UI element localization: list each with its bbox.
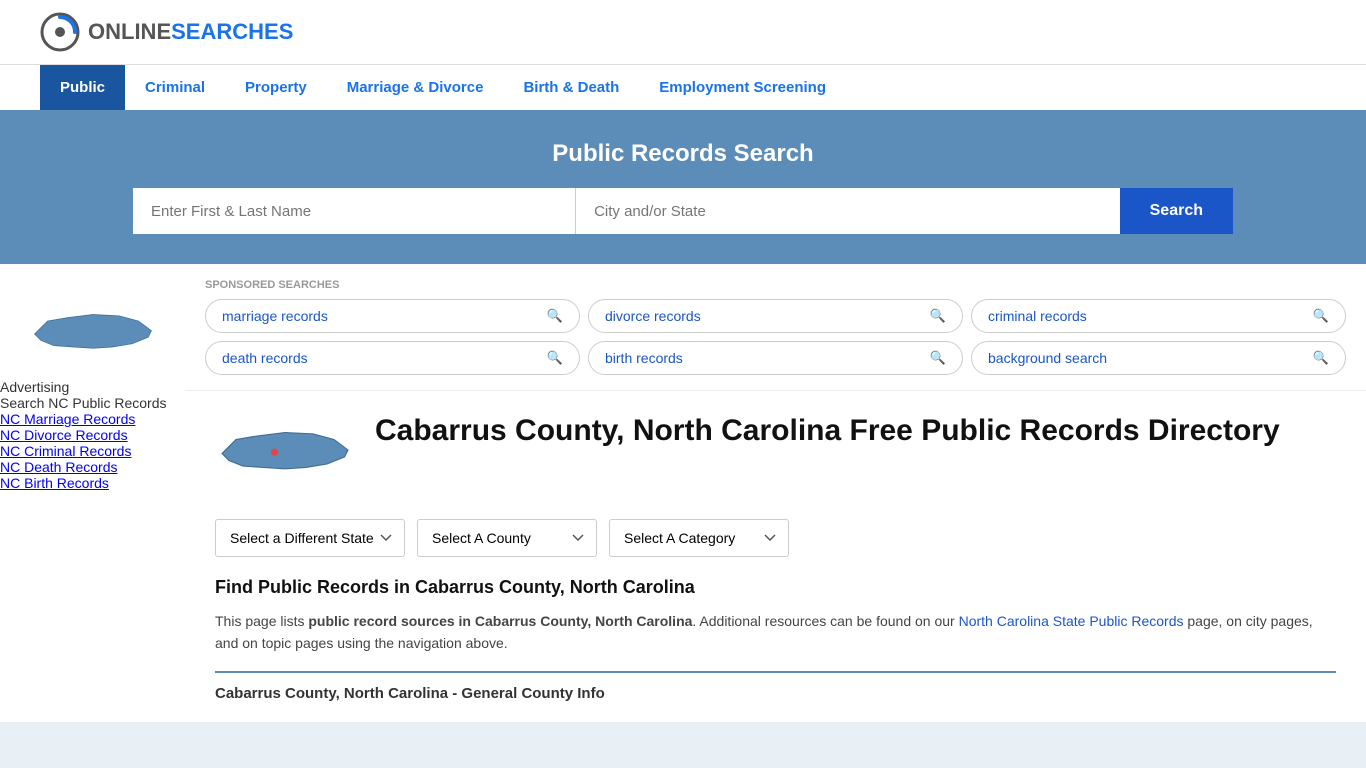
nav-link-employment[interactable]: Employment Screening — [639, 65, 846, 110]
sidebar-link-death[interactable]: NC Death Records — [0, 459, 118, 475]
sponsored-item-divorce[interactable]: divorce records 🔍 — [588, 299, 963, 333]
sponsored-item-label: criminal records — [988, 308, 1087, 324]
sponsored-item-birth[interactable]: birth records 🔍 — [588, 341, 963, 375]
find-description: This page lists public record sources in… — [215, 610, 1336, 655]
sponsored-item-criminal[interactable]: criminal records 🔍 — [971, 299, 1346, 333]
search-button[interactable]: Search — [1120, 188, 1233, 234]
search-icon: 🔍 — [1313, 308, 1329, 324]
sponsored-item-label: birth records — [605, 350, 683, 366]
sponsored-item-marriage[interactable]: marriage records 🔍 — [205, 299, 580, 333]
ad-box[interactable]: Search NC Public Records — [0, 395, 185, 411]
sidebar-links: NC Marriage Records NC Divorce Records N… — [0, 411, 185, 491]
search-bar: Search — [133, 188, 1233, 234]
hero-banner: Public Records Search Search — [0, 110, 1366, 264]
directory-section: Cabarrus County, North Carolina Free Pub… — [185, 391, 1366, 722]
hero-title: Public Records Search — [40, 140, 1326, 168]
advertising-label: Advertising — [0, 379, 185, 395]
location-input[interactable] — [576, 188, 1120, 234]
list-item[interactable]: NC Criminal Records — [0, 443, 185, 459]
nav-item-marriage-divorce[interactable]: Marriage & Divorce — [327, 65, 504, 110]
sidebar-link-birth[interactable]: NC Birth Records — [0, 475, 109, 491]
nav-item-property[interactable]: Property — [225, 65, 327, 110]
nav-link-birth-death[interactable]: Birth & Death — [503, 65, 639, 110]
nc-map-large — [215, 411, 355, 496]
directory-header: Cabarrus County, North Carolina Free Pub… — [215, 411, 1336, 499]
sidebar: Advertising Search NC Public Records NC … — [0, 264, 185, 722]
sponsored-item-label: background search — [988, 350, 1107, 366]
sponsored-label: SPONSORED SEARCHES — [205, 279, 1346, 291]
sponsored-item-death[interactable]: death records 🔍 — [205, 341, 580, 375]
state-map-image — [215, 411, 355, 499]
sponsored-section: SPONSORED SEARCHES marriage records 🔍 di… — [185, 264, 1366, 391]
find-link[interactable]: North Carolina State Public Records — [959, 613, 1184, 629]
directory-title: Cabarrus County, North Carolina Free Pub… — [375, 411, 1336, 450]
nav-link-public[interactable]: Public — [40, 65, 125, 110]
search-icon: 🔍 — [930, 308, 946, 324]
category-dropdown[interactable]: Select A Category — [609, 519, 789, 557]
county-info-header: Cabarrus County, North Carolina - Genera… — [215, 671, 1336, 702]
main-nav: Public Criminal Property Marriage & Divo… — [0, 64, 1366, 110]
county-dropdown[interactable]: Select A County — [417, 519, 597, 557]
sidebar-link-divorce[interactable]: NC Divorce Records — [0, 427, 128, 443]
search-icon: 🔍 — [930, 350, 946, 366]
find-section: Find Public Records in Cabarrus County, … — [215, 577, 1336, 702]
content-wrapper: Advertising Search NC Public Records NC … — [0, 264, 1366, 722]
list-item[interactable]: NC Birth Records — [0, 475, 185, 491]
sponsored-grid: marriage records 🔍 divorce records 🔍 cri… — [205, 299, 1346, 375]
search-icon: 🔍 — [1313, 350, 1329, 366]
sponsored-item-label: death records — [222, 350, 308, 366]
logo-icon — [40, 12, 80, 52]
logo-searches: SEARCHES — [171, 19, 293, 44]
list-item[interactable]: NC Death Records — [0, 459, 185, 475]
sponsored-item-label: marriage records — [222, 308, 328, 324]
logo-online: ONLINE — [88, 19, 171, 44]
dropdown-row: Select a Different State Select A County… — [215, 519, 1336, 557]
find-bold: public record sources in Cabarrus County… — [308, 613, 692, 629]
nav-link-property[interactable]: Property — [225, 65, 327, 110]
search-icon: 🔍 — [547, 350, 563, 366]
state-dropdown[interactable]: Select a Different State — [215, 519, 405, 557]
nav-item-criminal[interactable]: Criminal — [125, 65, 225, 110]
find-text-2: . Additional resources can be found on o… — [692, 613, 958, 629]
nav-link-marriage-divorce[interactable]: Marriage & Divorce — [327, 65, 504, 110]
header: ONLINESEARCHES — [0, 0, 1366, 64]
search-icon: 🔍 — [547, 308, 563, 324]
name-input[interactable] — [133, 188, 576, 234]
sidebar-link-marriage[interactable]: NC Marriage Records — [0, 411, 135, 427]
nav-item-employment[interactable]: Employment Screening — [639, 65, 846, 110]
find-title: Find Public Records in Cabarrus County, … — [215, 577, 1336, 598]
main-content: SPONSORED SEARCHES marriage records 🔍 di… — [185, 264, 1366, 722]
nav-item-birth-death[interactable]: Birth & Death — [503, 65, 639, 110]
logo[interactable]: ONLINESEARCHES — [40, 12, 293, 52]
list-item[interactable]: NC Marriage Records — [0, 411, 185, 427]
logo-text: ONLINESEARCHES — [88, 19, 293, 45]
sidebar-link-criminal[interactable]: NC Criminal Records — [0, 443, 131, 459]
find-text-1: This page lists — [215, 613, 308, 629]
sponsored-item-background[interactable]: background search 🔍 — [971, 341, 1346, 375]
nav-item-public[interactable]: Public — [40, 65, 125, 110]
sponsored-item-label: divorce records — [605, 308, 701, 324]
nc-state-map — [28, 294, 158, 374]
list-item[interactable]: NC Divorce Records — [0, 427, 185, 443]
nav-link-criminal[interactable]: Criminal — [125, 65, 225, 110]
